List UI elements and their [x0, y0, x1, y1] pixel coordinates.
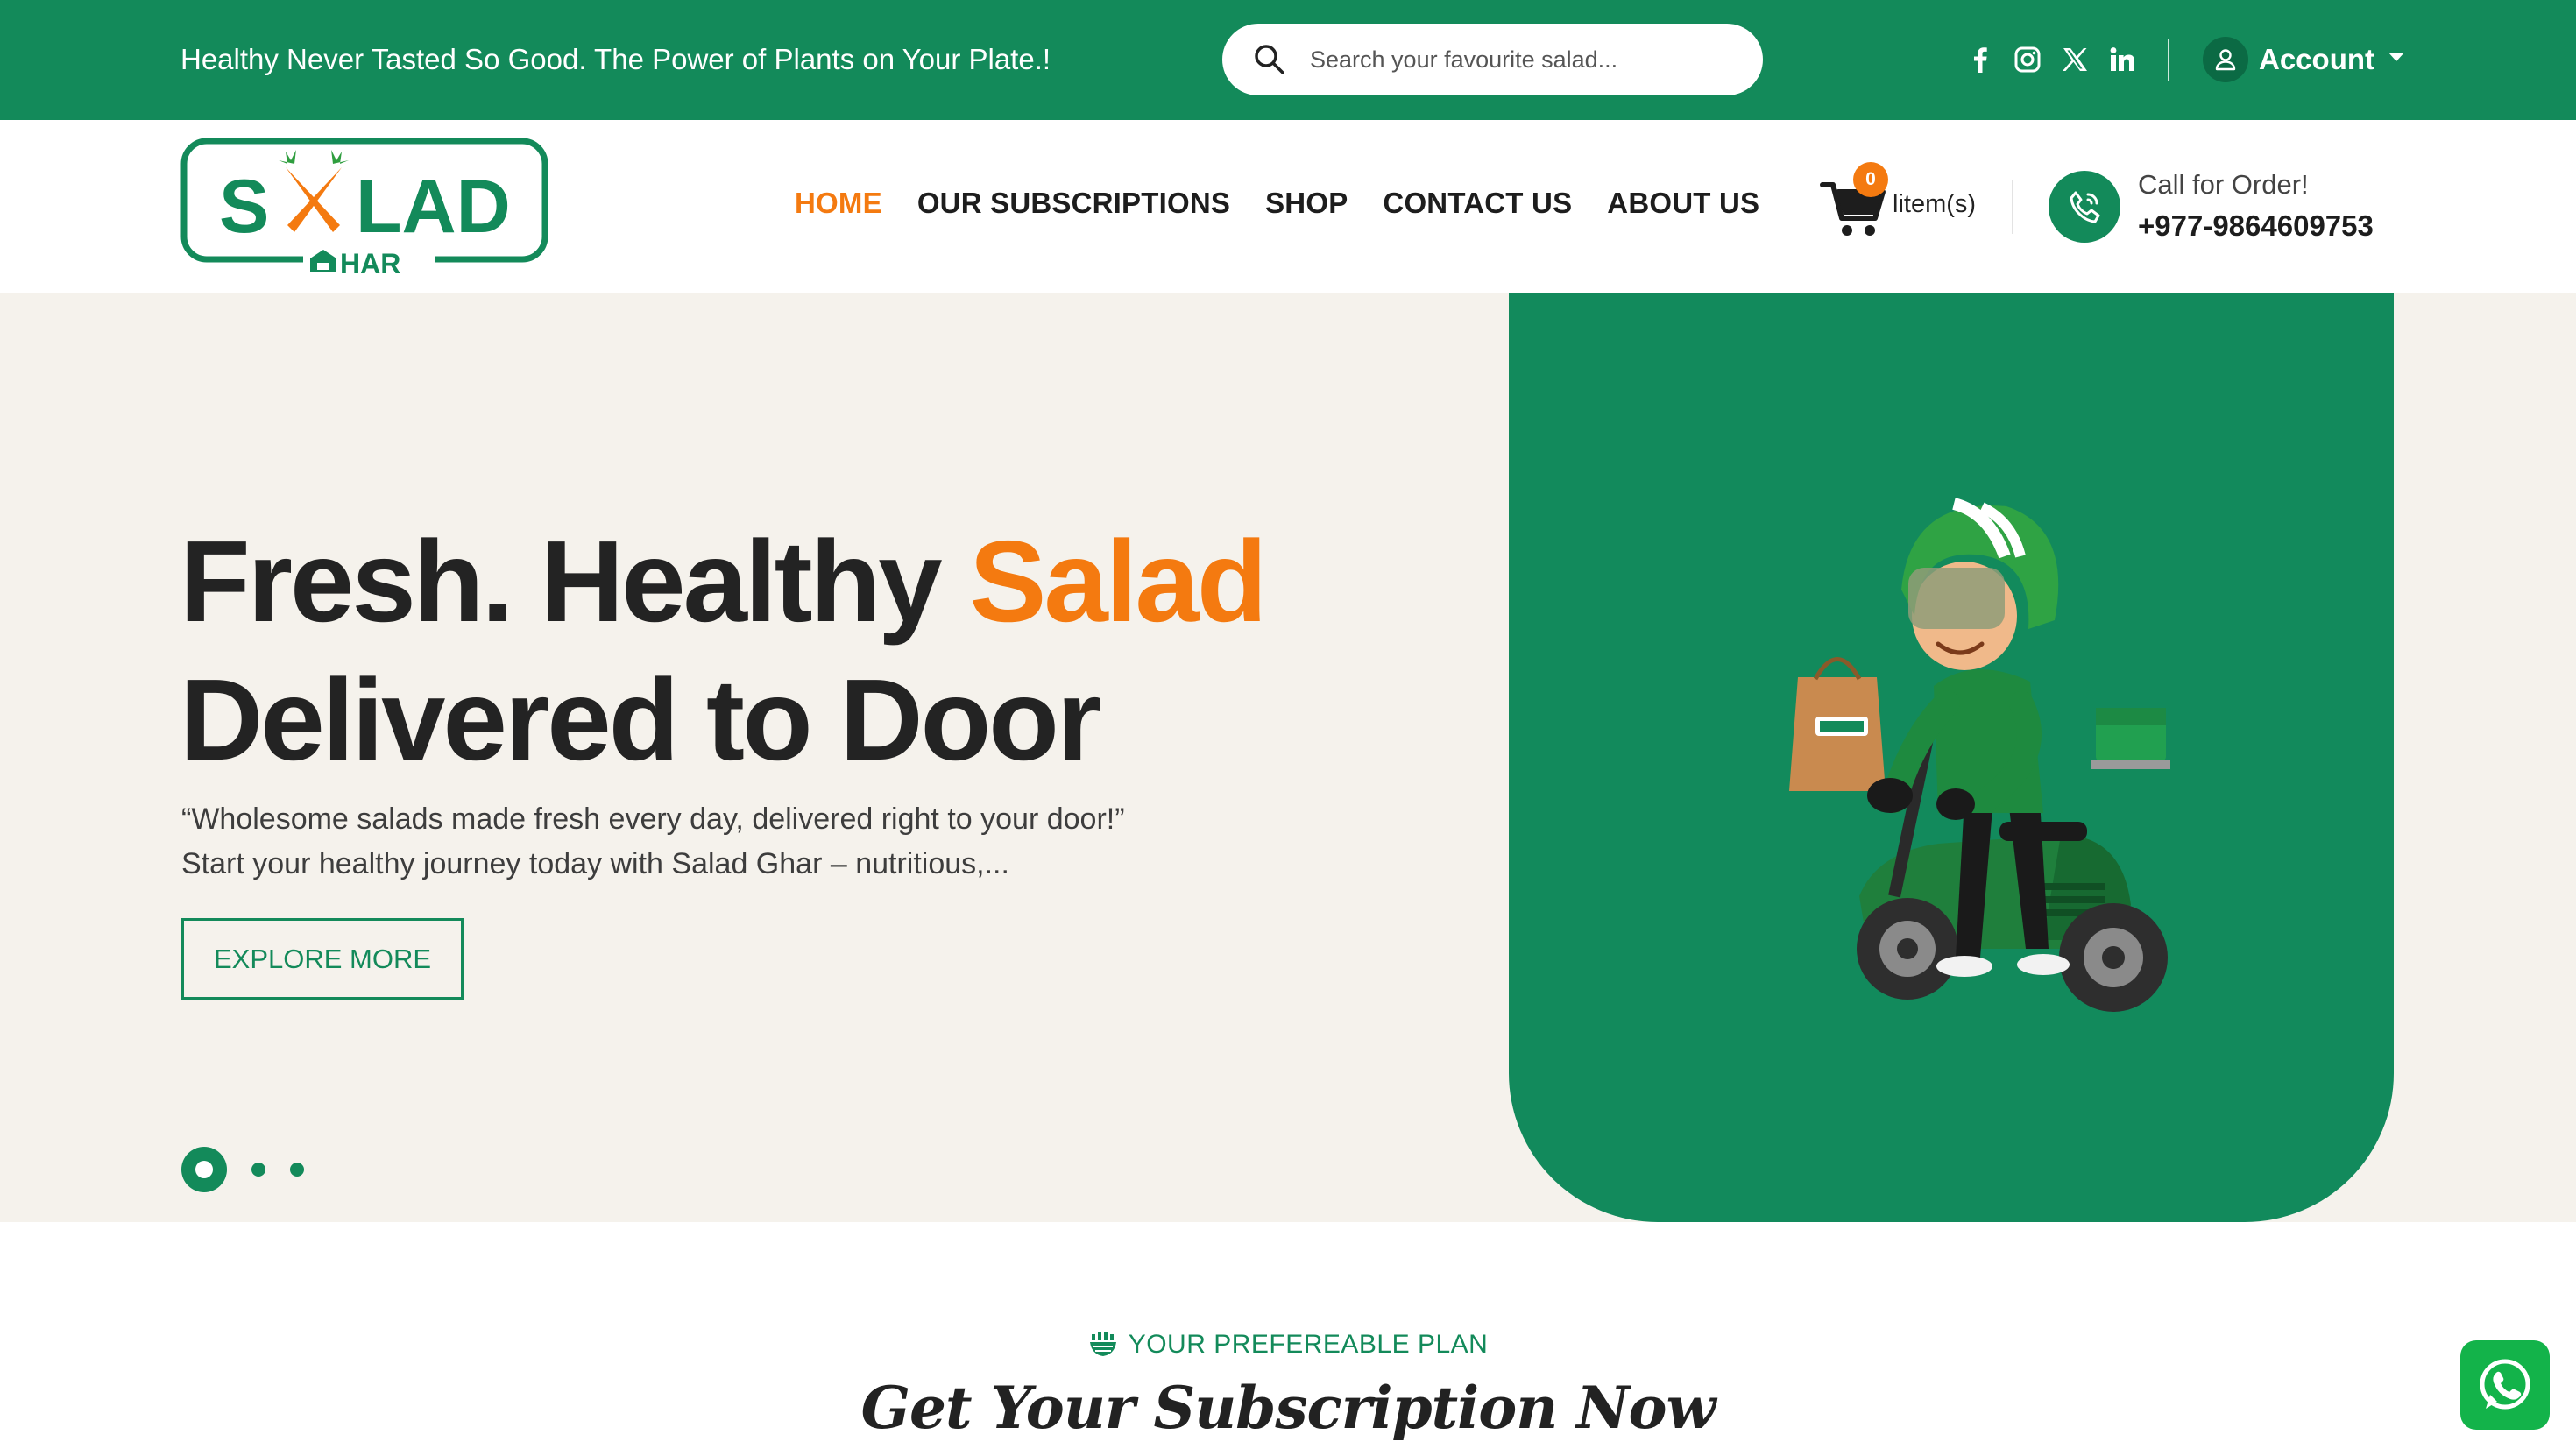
slider-dot-2[interactable] [251, 1163, 265, 1177]
salad-bowl-icon [1089, 1332, 1116, 1356]
tagline: Healthy Never Tasted So Good. The Power … [180, 43, 1051, 75]
hero-title-part1: Fresh. Healthy [180, 517, 970, 646]
search-box[interactable] [1222, 24, 1763, 95]
search-icon[interactable] [1252, 42, 1287, 77]
slider-dot-3[interactable] [290, 1163, 304, 1177]
phone-number[interactable]: +977-9864609753 [2138, 209, 2374, 243]
section-title: Get Your Subscription Now [860, 1374, 1716, 1442]
call-label: Call for Order! [2138, 169, 2309, 200]
section-eyebrow: YOUR PREFEREABLE PLAN [0, 1330, 2576, 1360]
divider [2012, 180, 2013, 234]
facebook-icon[interactable] [1966, 46, 1994, 74]
search-input[interactable] [1310, 38, 1739, 81]
hero-title-accent: Salad [969, 517, 1267, 646]
cart-items-label[interactable]: litem(s) [1893, 190, 1976, 219]
svg-text:LAD: LAD [356, 165, 511, 249]
phone-icon[interactable] [2049, 171, 2120, 243]
instagram-icon[interactable] [2013, 46, 2042, 74]
hero-title-part2: Delivered to Door [180, 655, 1101, 784]
caret-down-icon [2388, 53, 2404, 61]
svg-text:S: S [219, 165, 269, 249]
slider-dots [181, 1146, 304, 1193]
hero-title: Fresh. Healthy Salad Delivered to Door [180, 512, 1511, 789]
delivery-rider-illustration [1789, 498, 2170, 1012]
hero-description: “Wholesome salads made fresh every day, … [181, 802, 1125, 880]
hero-slider: Fresh. Healthy Salad Delivered to Door “… [0, 293, 2576, 1222]
account-label: Account [2259, 43, 2374, 75]
main-nav: HOME OUR SUBSCRIPTIONS SHOP CONTACT US A… [795, 187, 1759, 220]
svg-text:HAR: HAR [340, 248, 400, 276]
linkedin-icon[interactable] [2108, 46, 2136, 74]
social-links [1966, 40, 2136, 79]
hero-image-panel [1509, 293, 2394, 1222]
explore-more-button[interactable]: EXPLORE MORE [181, 918, 464, 1000]
nav-home[interactable]: HOME [795, 187, 882, 220]
account-menu[interactable]: Account [2203, 37, 2404, 82]
nav-our-subscriptions[interactable]: OUR SUBSCRIPTIONS [917, 187, 1230, 220]
section-eyebrow-text: YOUR PREFEREABLE PLAN [1128, 1330, 1489, 1359]
main-header: S LAD HAR HOME OUR SUBSCRIPTIONS SHOP CO… [0, 120, 2576, 293]
divider [2168, 39, 2169, 81]
nav-shop[interactable]: SHOP [1265, 187, 1348, 220]
user-icon [2203, 37, 2248, 82]
nav-about-us[interactable]: ABOUT US [1607, 187, 1759, 220]
slider-dot-1[interactable] [181, 1147, 227, 1192]
cart-count-badge: 0 [1853, 162, 1888, 197]
whatsapp-icon[interactable] [2460, 1340, 2550, 1430]
top-bar: Healthy Never Tasted So Good. The Power … [0, 0, 2576, 120]
nav-contact-us[interactable]: CONTACT US [1383, 187, 1572, 220]
x-icon[interactable] [2061, 46, 2089, 74]
salad-ghar-logo[interactable]: S LAD HAR [180, 138, 548, 276]
